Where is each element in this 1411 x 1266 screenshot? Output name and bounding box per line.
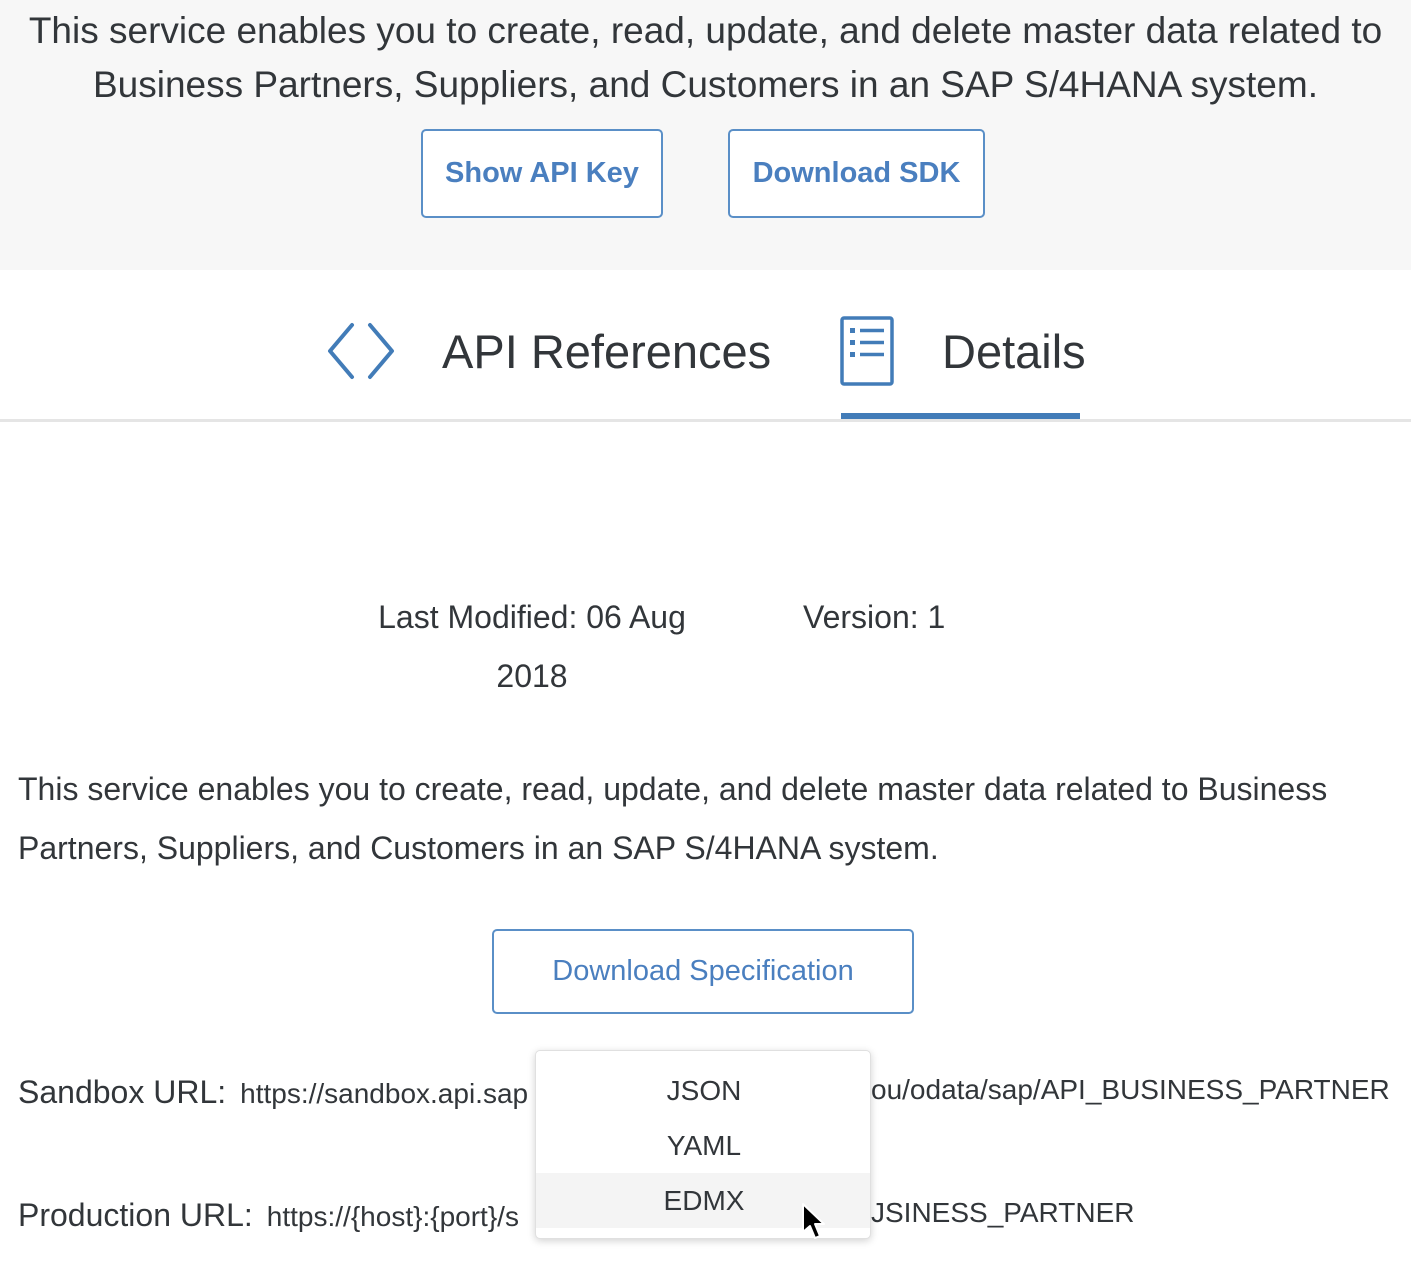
tab-api-references[interactable]: API References [320,270,772,422]
last-modified: Last Modified: 06 Aug 2018 [378,599,686,694]
tab-details[interactable]: Details [836,270,1086,422]
version: Version: 1 [803,599,946,635]
tab-bar: API References Details [0,270,1411,422]
code-brackets-icon [328,323,394,379]
sandbox-url-tail: ou/odata/sap/API_BUSINESS_PARTNER [871,1074,1390,1105]
sandbox-url-tail-row: ou/odata/sap/API_BUSINESS_PARTNER [871,1074,1390,1106]
show-api-key-button[interactable]: Show API Key [421,129,663,218]
production-url-row: Production URL: https://{host}:{port}/s [18,1197,519,1234]
tab-api-references-label: API References [442,325,772,378]
details-description: This service enables you to create, read… [18,771,1328,866]
header-description: This service enables you to create, read… [28,10,1383,105]
mouse-pointer-icon [802,1203,825,1239]
menu-item-json[interactable]: JSON [536,1063,870,1118]
production-url-tail-row: JSINESS_PARTNER [871,1197,1134,1229]
selected-tab-indicator [841,413,1080,419]
sandbox-url-value: https://sandbox.api.sap [240,1078,529,1109]
production-url-tail: JSINESS_PARTNER [871,1197,1135,1228]
production-url-label: Production URL: [18,1197,253,1233]
document-list-icon [840,316,894,386]
download-sdk-button[interactable]: Download SDK [728,129,985,218]
sandbox-url-label: Sandbox URL: [18,1074,227,1110]
tab-details-label: Details [942,325,1086,378]
sandbox-url-row: Sandbox URL: https://sandbox.api.sap [18,1074,528,1111]
menu-item-yaml[interactable]: YAML [536,1118,870,1173]
production-url-value: https://{host}:{port}/s [266,1201,519,1232]
download-specification-button[interactable]: Download Specification [492,929,914,1014]
header-band: This service enables you to create, read… [0,0,1411,270]
